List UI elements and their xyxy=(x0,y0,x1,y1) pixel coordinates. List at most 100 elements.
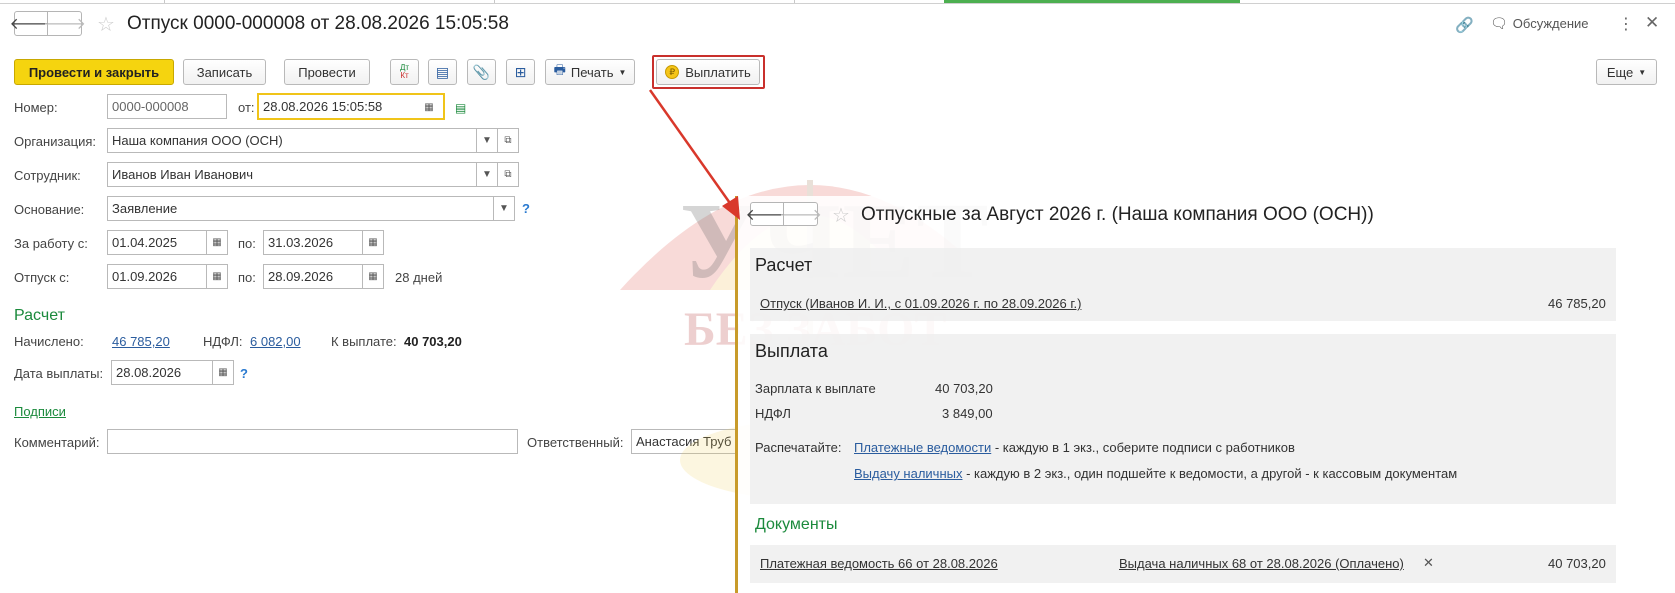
accrued-label: Начислено: xyxy=(14,334,84,349)
vacation-from-field[interactable]: 01.09.2026 xyxy=(107,264,207,289)
chat-icon: 🗨 xyxy=(1490,15,1508,31)
tab-strip-segment xyxy=(495,0,795,3)
employee-field[interactable]: Иванов Иван Иванович xyxy=(107,162,477,187)
work-from-label: За работу с: xyxy=(14,236,88,251)
comment-input[interactable] xyxy=(107,429,518,454)
employee-label: Сотрудник: xyxy=(14,168,81,183)
payroll-sheets-link[interactable]: Платежные ведомости xyxy=(854,440,991,455)
chevron-down-icon: ▼ xyxy=(499,203,509,214)
date-field[interactable]: 28.08.2026 15:05:58 xyxy=(257,93,445,120)
org-field[interactable]: Наша компания ООО (ОСН) xyxy=(107,128,477,153)
calc-doc-link[interactable]: Отпуск (Иванов И. И., с 01.09.2026 г. по… xyxy=(760,296,1081,311)
work-from-calendar-button[interactable]: ▦ xyxy=(206,230,228,255)
number-label: Номер: xyxy=(14,100,58,115)
vacation-to-field[interactable]: 28.09.2026 xyxy=(263,264,363,289)
days-count: 28 дней xyxy=(395,270,443,285)
history-icon[interactable]: ▤ xyxy=(455,101,466,115)
discuss-button[interactable]: 🗨 Обсуждение xyxy=(1490,15,1589,32)
basis-label: Основание: xyxy=(14,202,85,217)
red-arrow-icon xyxy=(648,89,740,220)
calendar-button[interactable]: ▦ xyxy=(418,95,440,120)
calendar-icon: ▦ xyxy=(212,237,222,248)
payroll-doc-link[interactable]: Платежная ведомость 66 от 28.08.2026 xyxy=(760,556,998,571)
page-title: Отпуск 0000-000008 от 28.08.2026 15:05:5… xyxy=(127,13,509,34)
org-open-button[interactable]: ⧉ xyxy=(497,128,519,153)
print-line-2: Выдачу наличных - каждую в 2 экз., один … xyxy=(854,466,1457,481)
basis-field[interactable]: Заявление xyxy=(107,196,494,221)
post-button[interactable]: Провести xyxy=(284,59,370,85)
to-pay-value: 40 703,20 xyxy=(404,334,462,349)
link-icon[interactable]: 🔗 xyxy=(1455,16,1474,34)
work-to-label: по: xyxy=(238,236,256,251)
paperclip-icon: 📎 xyxy=(472,63,491,80)
pay-date-calendar-button[interactable]: ▦ xyxy=(212,360,234,385)
help-icon[interactable]: ? xyxy=(522,201,530,216)
print-instructions-label: Распечатайте: xyxy=(755,440,842,455)
chevron-down-icon: ▼ xyxy=(482,169,492,180)
popup-ndfl-value: 3 849,00 xyxy=(942,406,993,421)
kt-label: Кт xyxy=(400,71,409,80)
dt-kt-button[interactable]: Дт Кт xyxy=(390,59,419,85)
to-pay-label: К выплате: xyxy=(331,334,397,349)
ndfl-link[interactable]: 6 082,00 xyxy=(250,334,301,349)
popup-title: Отпускные за Август 2026 г. (Наша компан… xyxy=(861,204,1374,225)
calc-amount: 46 785,20 xyxy=(1548,296,1606,311)
structure-button[interactable]: ⊞ xyxy=(506,59,535,85)
accrued-link[interactable]: 46 785,20 xyxy=(112,334,170,349)
discuss-label: Обсуждение xyxy=(1512,16,1589,31)
cash-issue-link[interactable]: Выдачу наличных xyxy=(854,466,962,481)
comment-label: Комментарий: xyxy=(14,435,100,450)
work-to-calendar-button[interactable]: ▦ xyxy=(362,230,384,255)
print-line-1: Платежные ведомости - каждую в 1 экз., с… xyxy=(854,440,1295,455)
date-value: 28.08.2026 15:05:58 xyxy=(263,99,383,114)
salary-label: Зарплата к выплате xyxy=(755,381,876,396)
docs-header: Документы xyxy=(755,516,838,533)
signatures-link[interactable]: Подписи xyxy=(14,404,66,419)
journal-button[interactable]: ▤ xyxy=(428,59,457,85)
highlight-box xyxy=(652,55,765,89)
popup-calc-header: Расчет xyxy=(755,255,813,275)
tab-strip-segment xyxy=(165,0,495,3)
vacation-to-calendar-button[interactable]: ▦ xyxy=(362,264,384,289)
popup-favorite-star-icon[interactable]: ☆ xyxy=(832,203,850,228)
unpost-close-icon[interactable]: ✕ xyxy=(1423,555,1434,571)
attach-button[interactable]: 📎 xyxy=(467,59,496,85)
print-line-2-text: - каждую в 2 экз., один подшейте к ведом… xyxy=(962,466,1458,481)
printer-icon: 🖶 xyxy=(553,62,566,77)
save-button[interactable]: Записать xyxy=(183,59,266,85)
calendar-icon: ▦ xyxy=(368,237,378,248)
employee-dropdown-button[interactable]: ▼ xyxy=(476,162,498,187)
list-icon: ▤ xyxy=(435,63,450,80)
vacation-to-label: по: xyxy=(238,270,256,285)
pay-date-field[interactable]: 28.08.2026 xyxy=(111,360,213,385)
work-to-field[interactable]: 31.03.2026 xyxy=(263,230,363,255)
vacation-from-calendar-button[interactable]: ▦ xyxy=(206,264,228,289)
more-vertical-icon[interactable]: ⋮ xyxy=(1618,14,1634,34)
active-tab-indicator xyxy=(944,0,1240,3)
chevron-down-icon: ▼ xyxy=(1638,67,1647,77)
number-field[interactable]: 0000-000008 xyxy=(107,94,227,119)
popup-ndfl-label: НДФЛ xyxy=(755,406,791,421)
basis-dropdown-button[interactable]: ▼ xyxy=(493,196,515,221)
more-label: Еще xyxy=(1606,64,1634,80)
help-icon[interactable]: ? xyxy=(240,366,248,381)
calc-header: Расчет xyxy=(14,307,65,324)
ndfl-label: НДФЛ: xyxy=(203,334,243,349)
print-label: Печать xyxy=(570,64,614,80)
work-from-field[interactable]: 01.04.2025 xyxy=(107,230,207,255)
favorite-star-icon[interactable]: ☆ xyxy=(97,12,115,37)
post-and-close-button[interactable]: Провести и закрыть xyxy=(14,59,174,85)
popup-forward-button[interactable]: 🡒 xyxy=(779,202,822,226)
forward-button[interactable]: 🡒 xyxy=(43,11,86,36)
close-icon[interactable]: ✕ xyxy=(1645,13,1659,33)
doc-amount: 40 703,20 xyxy=(1548,556,1606,571)
more-button[interactable]: Еще ▼ xyxy=(1596,59,1657,85)
employee-open-button[interactable]: ⧉ xyxy=(497,162,519,187)
org-dropdown-button[interactable]: ▼ xyxy=(476,128,498,153)
open-icon: ⧉ xyxy=(504,169,512,180)
print-button[interactable]: 🖶 Печать ▼ xyxy=(545,59,635,85)
salary-value: 40 703,20 xyxy=(935,381,993,396)
arrow-right-icon: 🡒 xyxy=(779,206,822,224)
print-line-1-text: - каждую в 1 экз., соберите подписи с ра… xyxy=(991,440,1295,455)
cash-doc-link[interactable]: Выдача наличных 68 от 28.08.2026 (Оплаче… xyxy=(1119,556,1404,571)
